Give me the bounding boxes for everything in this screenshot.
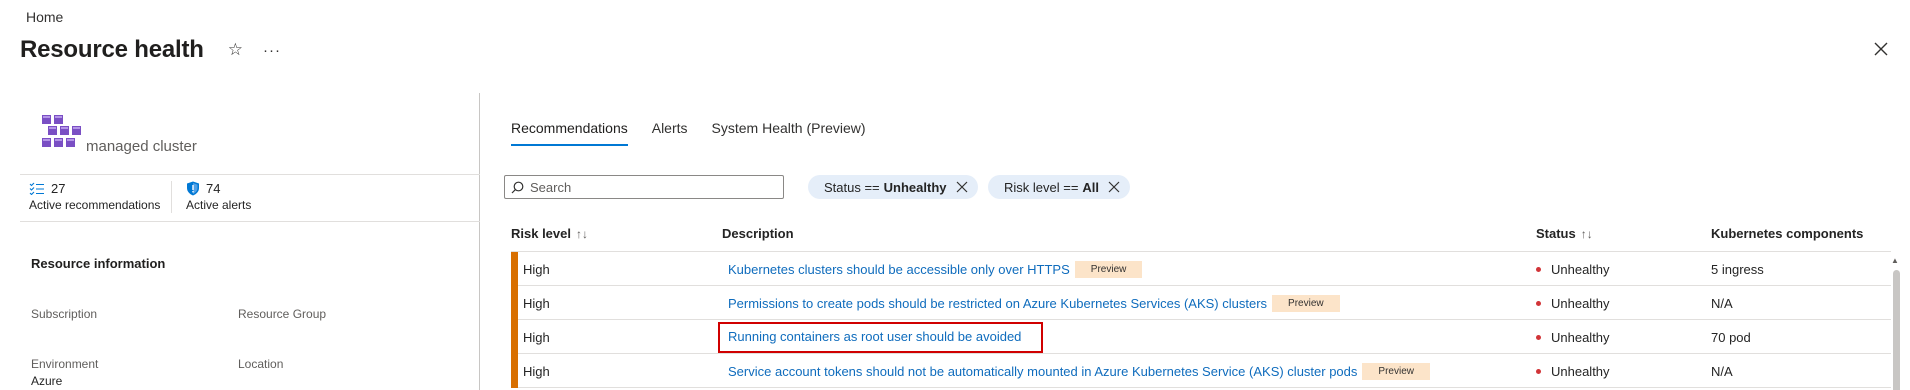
components-cell: 70 pod — [1711, 330, 1751, 345]
column-header-risk-level[interactable]: Risk level ↑↓ — [511, 226, 588, 241]
column-header-label: Risk level — [511, 226, 571, 241]
title-row: Resource health ☆ ··· — [20, 36, 281, 64]
risk-filter-value: All — [1082, 179, 1100, 195]
more-options-icon[interactable]: ··· — [263, 42, 281, 59]
tab-recommendations[interactable]: Recommendations — [511, 120, 628, 146]
status-cell: Unhealthy — [1536, 262, 1610, 277]
alerts-count: 74 — [206, 181, 221, 196]
recommendation-link[interactable]: Kubernetes clusters should be accessible… — [728, 262, 1070, 277]
status-cell: Unhealthy — [1536, 364, 1610, 379]
risk-level-bar — [511, 286, 518, 320]
components-cell: N/A — [1711, 296, 1733, 311]
unhealthy-dot-icon — [1536, 335, 1541, 340]
risk-level-bar — [511, 252, 518, 286]
risk-level-cell: High — [523, 262, 550, 277]
components-cell: N/A — [1711, 364, 1733, 379]
column-header-label: Kubernetes components — [1711, 226, 1864, 241]
column-header-label: Status — [1536, 226, 1576, 241]
description-cell: Kubernetes clusters should be accessible… — [728, 261, 1143, 278]
risk-level-bar — [511, 354, 518, 388]
unhealthy-dot-icon — [1536, 267, 1541, 272]
recommendation-link[interactable]: Permissions to create pods should be res… — [728, 296, 1267, 311]
column-header-description[interactable]: Description — [722, 226, 794, 241]
components-cell: 5 ingress — [1711, 262, 1764, 277]
risk-filter-field: Risk level == — [1004, 179, 1079, 195]
divider — [20, 221, 480, 222]
environment-value: Azure — [31, 374, 63, 388]
location-label: Location — [238, 357, 284, 371]
status-filter-field: Status == — [824, 179, 880, 195]
unhealthy-dot-icon — [1536, 369, 1541, 374]
status-text: Unhealthy — [1551, 330, 1610, 345]
resource-information-heading: Resource information — [31, 256, 166, 271]
preview-badge: Preview — [1272, 295, 1340, 312]
active-alerts-stat[interactable]: 74 Active alerts — [186, 181, 251, 212]
recommendation-link[interactable]: Running containers as root user should b… — [728, 329, 1021, 344]
unhealthy-dot-icon — [1536, 301, 1541, 306]
risk-level-filter-pill[interactable]: Risk level == All — [988, 175, 1131, 199]
remove-filter-icon[interactable] — [1107, 180, 1121, 194]
column-header-kubernetes-components[interactable]: Kubernetes components — [1711, 226, 1863, 241]
description-cell: Permissions to create pods should be res… — [728, 295, 1340, 312]
aks-cluster-icon — [42, 115, 81, 147]
status-cell: Unhealthy — [1536, 296, 1610, 311]
table-row[interactable]: High Running containers as root user sho… — [511, 320, 1891, 354]
resource-group-label: Resource Group — [238, 307, 327, 321]
remove-filter-icon[interactable] — [955, 180, 969, 194]
column-header-status[interactable]: Status ↑↓ — [1536, 226, 1593, 241]
star-icon[interactable]: ☆ — [228, 40, 243, 60]
scroll-up-arrow-icon[interactable]: ▲ — [1891, 256, 1899, 265]
recommendations-count: 27 — [51, 181, 66, 196]
status-cell: Unhealthy — [1536, 330, 1610, 345]
alerts-label: Active alerts — [186, 198, 252, 212]
close-icon[interactable] — [1872, 40, 1890, 58]
preview-badge: Preview — [1362, 363, 1430, 380]
column-header-label: Description — [722, 226, 794, 241]
search-box[interactable] — [504, 175, 784, 199]
tab-strip: Recommendations Alerts System Health (Pr… — [511, 120, 890, 146]
risk-level-bar — [511, 320, 518, 354]
divider — [20, 174, 480, 175]
preview-badge: Preview — [1074, 261, 1143, 278]
description-cell: Service account tokens should not be aut… — [728, 363, 1430, 380]
sort-icon[interactable]: ↑↓ — [576, 227, 588, 241]
environment-label: Environment — [31, 357, 99, 371]
recommendation-link[interactable]: Service account tokens should not be aut… — [728, 364, 1357, 379]
risk-level-cell: High — [523, 364, 550, 379]
tab-system-health[interactable]: System Health (Preview) — [712, 120, 866, 146]
status-text: Unhealthy — [1551, 296, 1610, 311]
status-filter-pill[interactable]: Status == Unhealthy — [808, 175, 978, 199]
shield-icon — [187, 181, 199, 196]
table-row[interactable]: High Service account tokens should not b… — [511, 354, 1891, 388]
divider — [171, 181, 172, 213]
risk-level-cell: High — [523, 296, 550, 311]
sort-icon[interactable]: ↑↓ — [1581, 227, 1593, 241]
scroll-thumb[interactable] — [1893, 270, 1900, 390]
description-cell: Running containers as root user should b… — [728, 329, 1021, 344]
status-filter-value: Unhealthy — [883, 179, 947, 195]
status-text: Unhealthy — [1551, 364, 1610, 379]
search-input[interactable] — [530, 179, 770, 195]
resource-summary-pane: managed cluster 27 Active recommendation… — [0, 93, 480, 390]
active-recommendations-stat[interactable]: 27 Active recommendations — [29, 181, 160, 212]
tab-alerts[interactable]: Alerts — [652, 120, 688, 146]
risk-level-cell: High — [523, 330, 550, 345]
page-title: Resource health — [20, 36, 204, 63]
resource-name: managed cluster — [86, 138, 197, 155]
recommendations-label: Active recommendations — [29, 198, 161, 212]
search-icon — [511, 181, 524, 193]
table-row[interactable]: High Kubernetes clusters should be acces… — [511, 252, 1891, 286]
table-row[interactable]: High Permissions to create pods should b… — [511, 286, 1891, 320]
subscription-label: Subscription — [31, 307, 98, 321]
status-text: Unhealthy — [1551, 262, 1610, 277]
breadcrumb[interactable]: Home — [26, 9, 63, 25]
checklist-icon — [29, 182, 44, 195]
vertical-scrollbar[interactable]: ▲ — [1891, 256, 1901, 390]
